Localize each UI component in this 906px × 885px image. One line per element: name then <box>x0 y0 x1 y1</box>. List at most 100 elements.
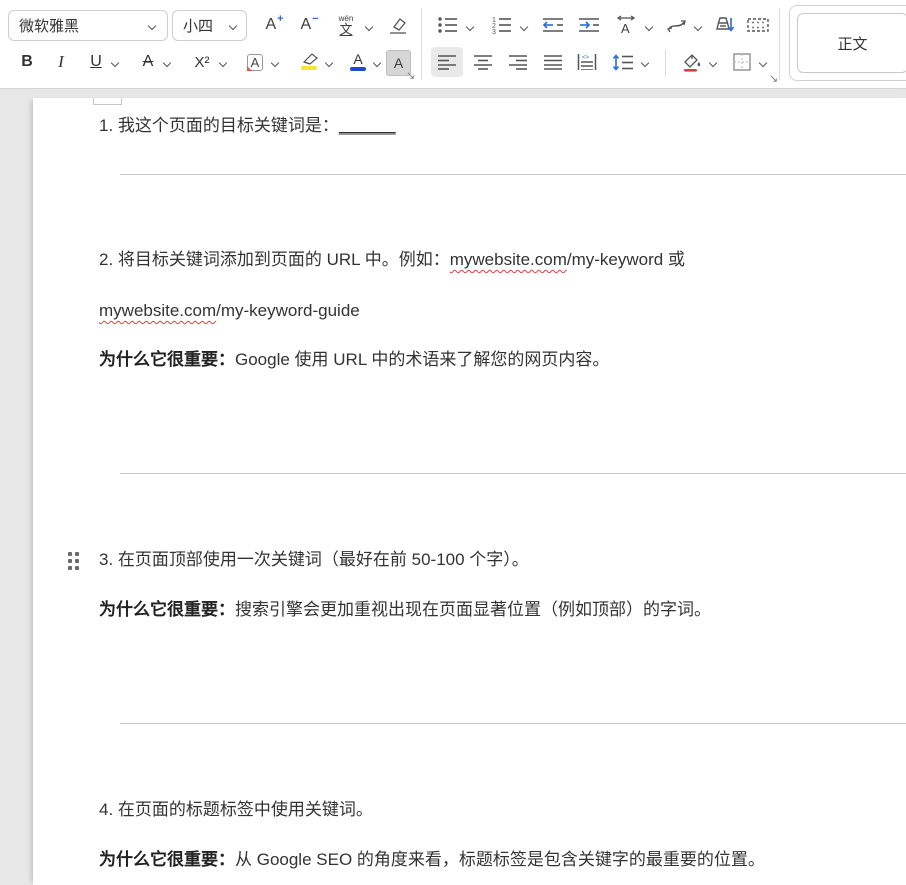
page-grid-icon <box>746 16 770 34</box>
eraser-icon <box>386 15 408 35</box>
page-grid-button[interactable] <box>744 10 772 40</box>
chevron-down-icon[interactable] <box>759 59 767 67</box>
align-right-button[interactable] <box>503 47 533 77</box>
blank-underline: ______ <box>339 116 396 135</box>
align-center-button[interactable] <box>468 47 498 77</box>
distribute-button[interactable]: <> <box>572 47 602 77</box>
character-border-button[interactable]: A <box>240 47 270 77</box>
align-left-button[interactable] <box>431 47 463 77</box>
sort-icon <box>713 15 735 35</box>
shrink-font-icon: A <box>300 17 311 33</box>
indent-icon <box>577 15 601 35</box>
paragraph-url-line2[interactable]: mywebsite.com/my-keyword-guide <box>99 298 896 324</box>
paragraph-title-tag[interactable]: 4. 在页面的标题标签中使用关键词。 <box>99 797 896 823</box>
style-gallery: 正文 <box>789 5 906 81</box>
line-spacing-button[interactable] <box>607 47 639 77</box>
why-label: 为什么它很重要： <box>99 600 235 619</box>
chevron-down-icon[interactable] <box>271 59 279 67</box>
character-border-icon: A <box>247 54 264 71</box>
clear-format-button[interactable] <box>381 10 413 40</box>
chevron-down-icon[interactable] <box>694 23 702 31</box>
chevron-down-icon[interactable] <box>709 59 717 67</box>
grow-font-icon: A <box>265 17 276 33</box>
paragraph-why-title[interactable]: 为什么它很重要：从 Google SEO 的角度来看，标题标签是包含关键字的最重… <box>99 847 896 873</box>
svg-text:<>: <> <box>582 55 590 61</box>
italic-button[interactable]: I <box>48 47 74 77</box>
strikethrough-button[interactable]: A <box>134 47 162 77</box>
font-name-value: 微软雅黑 <box>9 15 167 36</box>
dialog-launcher-icon[interactable]: ↘ <box>406 71 415 82</box>
font-color-button[interactable]: A <box>344 46 372 76</box>
why-label: 为什么它很重要： <box>99 350 235 369</box>
paragraph-text: Google 使用 URL 中的术语来了解您的网页内容。 <box>235 350 609 369</box>
paragraph-text: 搜索引擎会更加重视出现在页面显著位置（例如顶部）的字词。 <box>235 600 711 619</box>
shading-fill-button[interactable] <box>676 47 708 77</box>
bold-button[interactable]: B <box>14 47 40 77</box>
numbered-list-icon: 123 <box>491 15 513 35</box>
page-gap-marker[interactable] <box>93 98 122 105</box>
superscript-button[interactable]: X² <box>186 47 218 77</box>
chevron-down-icon[interactable] <box>373 59 381 67</box>
paragraph-text: 1. 我这个页面的目标关键词是： <box>99 116 339 135</box>
underline-button[interactable]: U <box>82 47 110 77</box>
chevron-down-icon[interactable] <box>111 59 119 67</box>
document-area: 1. 我这个页面的目标关键词是：______ 2. 将目标关键词添加到页面的 U… <box>0 89 906 885</box>
borders-button[interactable] <box>726 47 758 77</box>
style-item-normal[interactable]: 正文 <box>797 13 906 73</box>
bullet-list-button[interactable] <box>433 10 463 40</box>
paragraph-why-url[interactable]: 为什么它很重要：Google 使用 URL 中的术语来了解您的网页内容。 <box>99 347 896 373</box>
shrink-font-button[interactable]: A− <box>293 10 325 40</box>
font-size-select[interactable]: 小四 <box>172 10 247 41</box>
drag-handle[interactable] <box>68 552 79 570</box>
increase-indent-button[interactable] <box>574 10 604 40</box>
font-color-icon: A <box>353 52 362 66</box>
font-color-bar <box>350 67 366 71</box>
chevron-down-icon[interactable] <box>325 59 333 67</box>
toolbar-separator <box>665 50 666 76</box>
character-scale-button[interactable]: A <box>610 10 642 40</box>
chevron-down-icon[interactable] <box>163 59 171 67</box>
chevron-down-icon[interactable] <box>365 23 373 31</box>
chevron-down-icon[interactable] <box>219 59 227 67</box>
svg-text:3: 3 <box>492 29 496 35</box>
paragraph-text: 4. 在页面的标题标签中使用关键词。 <box>99 800 373 819</box>
grow-font-button[interactable]: A+ <box>258 10 290 40</box>
spellcheck-url: mywebsite.com <box>99 301 216 320</box>
align-left-icon <box>437 54 457 70</box>
strikethrough-icon: A <box>143 53 154 71</box>
paragraph-keyword-blank[interactable]: 1. 我这个页面的目标关键词是：______ <box>99 113 896 139</box>
highlight-pen-icon <box>298 52 320 65</box>
outdent-icon <box>541 15 565 35</box>
paragraph-top-keyword[interactable]: 3. 在页面顶部使用一次关键词（最好在前 50-100 个字）。 <box>99 547 896 573</box>
font-name-select[interactable]: 微软雅黑 <box>8 10 168 41</box>
bold-icon: B <box>21 53 33 71</box>
text-wrap-button[interactable] <box>662 10 692 40</box>
chevron-down-icon[interactable] <box>641 59 649 67</box>
italic-icon: I <box>58 52 64 72</box>
document-page[interactable]: 1. 我这个页面的目标关键词是：______ 2. 将目标关键词添加到页面的 U… <box>33 98 906 885</box>
horizontal-rule <box>120 473 906 474</box>
spellcheck-url: mywebsite.com <box>450 250 567 269</box>
dialog-launcher-icon[interactable]: ↘ <box>769 74 778 85</box>
decrease-indent-button[interactable] <box>538 10 568 40</box>
align-right-icon <box>508 54 528 70</box>
superscript-icon: X² <box>195 54 210 71</box>
chevron-down-icon[interactable] <box>466 23 474 31</box>
paragraph-text: 或 <box>663 250 685 269</box>
numbered-list-button[interactable]: 123 <box>487 10 517 40</box>
chevron-down-icon[interactable] <box>645 23 653 31</box>
style-item-label: 正文 <box>837 33 867 54</box>
sort-button[interactable] <box>710 10 738 40</box>
paragraph-url-line1[interactable]: 2. 将目标关键词添加到页面的 URL 中。例如：mywebsite.com/m… <box>99 247 896 273</box>
toolbar-separator <box>421 8 422 80</box>
highlight-color-bar <box>301 66 317 70</box>
bullet-list-icon <box>437 15 459 35</box>
highlight-color-button[interactable] <box>294 46 324 76</box>
why-label: 为什么它很重要： <box>99 850 235 869</box>
paint-bucket-icon <box>680 51 704 73</box>
justify-button[interactable] <box>538 47 568 77</box>
chevron-down-icon[interactable] <box>520 23 528 31</box>
paragraph-why-top[interactable]: 为什么它很重要：搜索引擎会更加重视出现在页面显著位置（例如顶部）的字词。 <box>99 597 896 623</box>
paragraph-text: /my-keyword-guide <box>216 301 360 320</box>
phonetic-guide-button[interactable]: wén 文 <box>330 10 362 40</box>
